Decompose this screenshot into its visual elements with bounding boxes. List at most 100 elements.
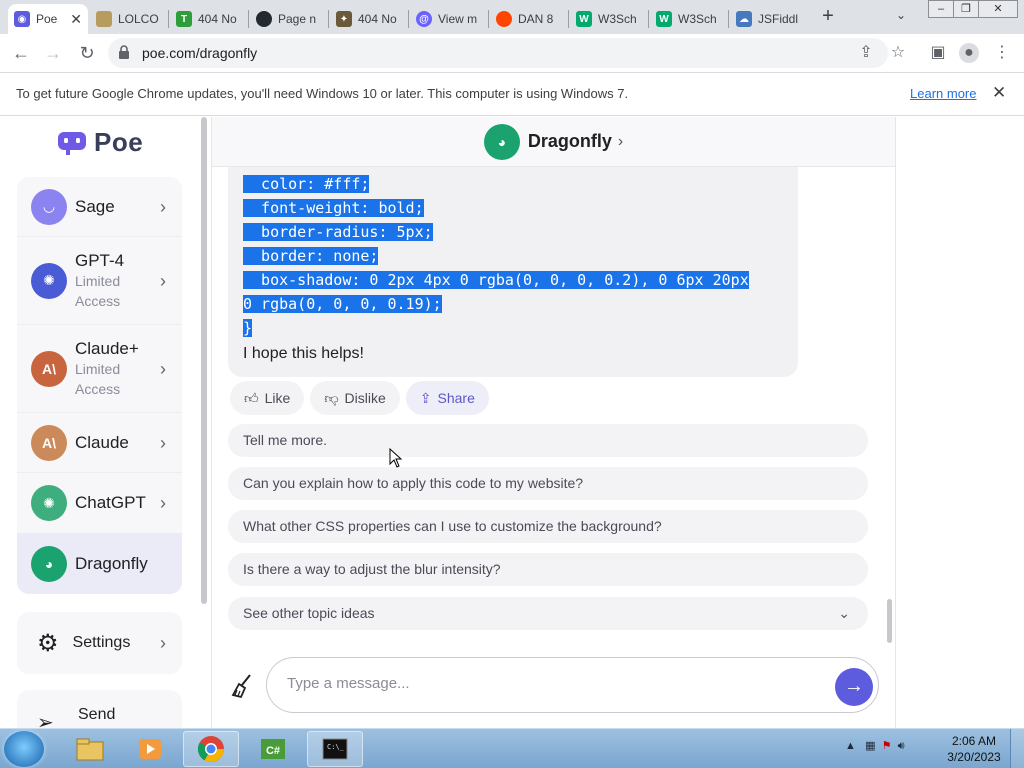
code-line: 0 rgba(0, 0, 0, 0.19); (243, 295, 442, 313)
sidebar: Poe ◡ Sage › ✺ GPT-4 Limited Access › A\… (0, 117, 200, 728)
learn-more-link[interactable]: Learn more (910, 86, 976, 101)
chevron-right-icon: › (617, 132, 624, 150)
tab-label: W3Sch (678, 12, 717, 26)
bot-name: Sage (75, 196, 115, 216)
clear-context-broom-icon[interactable] (230, 673, 256, 699)
message-input[interactable]: Type a message... → (266, 657, 879, 713)
tab-view[interactable]: @ View m (410, 4, 488, 34)
media-player-taskbar-icon[interactable] (122, 731, 178, 767)
clock-time: 2:06 AM (951, 734, 997, 748)
bot-item-sage[interactable]: ◡ Sage › (17, 177, 182, 237)
dislike-button[interactable]: 👎︎ Dislike (310, 381, 400, 415)
tab-404-b[interactable]: ✦ 404 No (330, 4, 408, 34)
start-button-icon[interactable] (4, 731, 44, 767)
tab-reddit[interactable]: DAN 8 (490, 4, 568, 34)
code-block[interactable]: color: #fff; font-weight: bold; border-r… (243, 172, 749, 340)
chevron-right-icon: › (160, 270, 166, 291)
tab-search-chevron-icon[interactable]: ⌄ (896, 8, 906, 22)
tab-label: JSFiddl (758, 12, 799, 26)
action-center-icon[interactable]: ⚑ (882, 740, 892, 752)
bookmark-star-icon[interactable]: ☆ (888, 43, 908, 63)
openai-avatar-icon: ✺ (31, 485, 67, 521)
message-actions: 👍︎ Like 👎︎ Dislike ⇪ Share (230, 381, 495, 415)
suggestion-chip[interactable]: What other CSS properties can I use to c… (228, 510, 868, 543)
network-icon[interactable]: ▦ (865, 740, 875, 752)
bot-item-claude[interactable]: A\ Claude › (17, 413, 182, 473)
tab-w3schools-b[interactable]: W W3Sch (650, 4, 728, 34)
profile-avatar-icon[interactable]: ● (959, 43, 979, 63)
tab-label: 404 No (358, 12, 397, 26)
chevron-right-icon: › (160, 633, 166, 653)
address-bar[interactable]: poe.com/dragonfly (108, 38, 888, 68)
bot-name: Claude+ (75, 338, 139, 358)
back-icon[interactable]: ← (10, 42, 32, 64)
tab-label: LOLCO (118, 12, 159, 26)
suggestion-chip[interactable]: Tell me more. (228, 424, 868, 457)
tab-label: Page n (278, 12, 317, 26)
command-prompt-taskbar-icon[interactable]: C:\_ (307, 731, 363, 767)
chrome-taskbar-icon[interactable] (183, 731, 239, 767)
send-feedback-button[interactable]: ➢ Send › (17, 690, 182, 728)
csharp-ide-taskbar-icon[interactable]: C# (245, 731, 301, 767)
tab-w3schools-a[interactable]: W W3Sch (570, 4, 648, 34)
minimize-icon[interactable]: – (928, 0, 954, 18)
side-panel-icon[interactable]: ▣ (928, 43, 948, 63)
taskbar-clock[interactable]: 2:06 AM 3/20/2023 (944, 733, 1004, 765)
bot-access-note: Limited Access (75, 360, 121, 397)
send-message-button[interactable]: → (835, 668, 873, 706)
system-tray[interactable]: ▲ ▦ ⚑ 🔊︎ (845, 739, 905, 753)
show-desktop-button[interactable] (1010, 729, 1024, 768)
close-tab-icon[interactable]: ✕ (70, 11, 82, 28)
poe-logo[interactable]: Poe (56, 127, 143, 158)
reddit-favicon-icon (496, 11, 512, 27)
suggestion-chip[interactable]: Can you explain how to apply this code t… (228, 467, 868, 500)
github-favicon-icon (256, 11, 272, 27)
send-label: Send (78, 706, 116, 723)
other-topics-toggle[interactable]: See other topic ideas ⌄ (228, 597, 868, 630)
forward-icon[interactable]: → (42, 42, 64, 64)
tab-404-a[interactable]: T 404 No (170, 4, 248, 34)
chevron-right-icon: › (160, 196, 166, 217)
volume-icon[interactable]: 🔊︎ (898, 740, 905, 752)
cloud-favicon-icon: ☁ (736, 11, 752, 27)
suggestion-chip[interactable]: Is there a way to adjust the blur intens… (228, 553, 868, 586)
dragonfly-avatar-icon: ◕ (31, 546, 67, 582)
share-label: Share (437, 390, 475, 406)
gear-icon: ⚙ (37, 629, 59, 657)
update-infobar: To get future Google Chrome updates, you… (0, 72, 1024, 116)
like-label: Like (264, 390, 291, 406)
message-placeholder: Type a message... (287, 675, 410, 692)
tab-jsfiddle[interactable]: ☁ JSFiddl (730, 4, 808, 34)
bot-item-claude-plus[interactable]: A\ Claude+ Limited Access › (17, 325, 182, 413)
new-tab-icon[interactable]: + (818, 6, 838, 26)
show-hidden-icons-icon[interactable]: ▲ (845, 740, 856, 752)
bot-item-dragonfly[interactable]: ◕ Dragonfly (17, 534, 182, 594)
chevron-right-icon: › (160, 493, 166, 513)
bot-access-note: Limited Access (75, 272, 121, 309)
restore-icon[interactable]: ❐ (953, 0, 979, 18)
window-close-icon[interactable]: ✕ (978, 0, 1018, 18)
share-button[interactable]: ⇪ Share (405, 381, 489, 415)
reload-icon[interactable]: ↻ (76, 42, 98, 64)
tab-label: W3Sch (598, 12, 637, 26)
settings-button[interactable]: ⚙ Settings › (17, 612, 182, 674)
share-page-icon[interactable]: ⇪ (856, 43, 876, 63)
svg-text:C:\_: C:\_ (327, 743, 345, 751)
infobar-close-icon[interactable]: ✕ (992, 83, 1006, 103)
sage-avatar-icon: ◡ (31, 188, 67, 225)
like-button[interactable]: 👍︎ Like (230, 381, 305, 415)
tab-github[interactable]: Page n (250, 4, 328, 34)
explorer-taskbar-icon[interactable] (62, 731, 118, 767)
tab-label: Poe (36, 12, 58, 26)
browser-menu-icon[interactable]: ⋮ (992, 43, 1012, 63)
poe-logo-icon (58, 131, 86, 155)
thumbs-down-icon: 👎︎ (324, 389, 339, 406)
sidebar-scrollbar[interactable] (201, 117, 207, 604)
tab-poe[interactable]: ◉ Poe ✕ (8, 4, 88, 34)
bot-item-chatgpt[interactable]: ✺ ChatGPT › (17, 473, 182, 534)
bot-item-gpt4[interactable]: ✺ GPT-4 Limited Access › (17, 237, 182, 325)
tab-lolcode[interactable]: LOLCO (90, 4, 168, 34)
chat-scrollbar[interactable] (887, 599, 892, 643)
chat-header[interactable]: ◕ Dragonfly › (212, 117, 895, 167)
tab-label: 404 No (198, 12, 237, 26)
